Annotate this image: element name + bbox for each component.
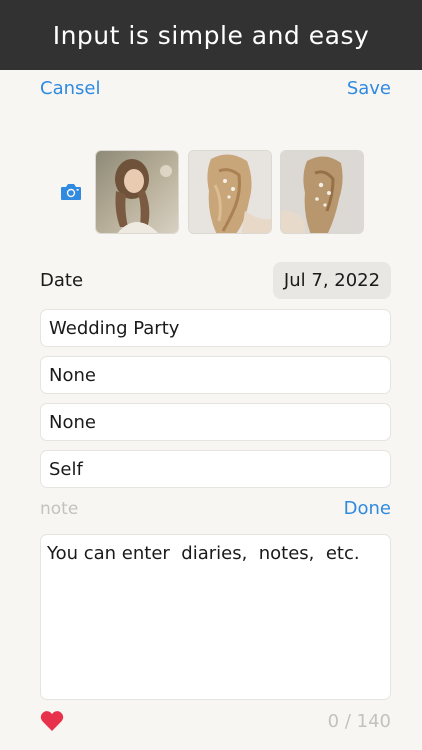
- category-field[interactable]: None: [40, 356, 391, 394]
- date-picker[interactable]: Jul 7, 2022: [273, 262, 391, 299]
- done-button[interactable]: Done: [344, 498, 391, 519]
- header-banner: Input is simple and easy: [0, 0, 422, 70]
- photo-thumbnail-2[interactable]: [188, 150, 272, 234]
- payer-field[interactable]: Self: [40, 450, 391, 488]
- camera-icon[interactable]: [60, 182, 82, 202]
- subcategory-field[interactable]: None: [40, 403, 391, 441]
- date-label: Date: [40, 270, 84, 291]
- note-label: note: [40, 499, 79, 519]
- note-textarea[interactable]: You can enter diaries, notes, etc.: [40, 534, 391, 700]
- banner-title: Input is simple and easy: [52, 20, 370, 50]
- nav-bar: Cansel Save: [0, 78, 422, 104]
- heart-icon[interactable]: [40, 710, 64, 732]
- event-field[interactable]: Wedding Party: [40, 309, 391, 347]
- character-counter: 0 / 140: [327, 711, 391, 732]
- cancel-button[interactable]: Cansel: [40, 78, 100, 99]
- photo-thumbnail-1[interactable]: [95, 150, 179, 234]
- save-button[interactable]: Save: [347, 78, 391, 99]
- photo-thumbnail-3[interactable]: [280, 150, 364, 234]
